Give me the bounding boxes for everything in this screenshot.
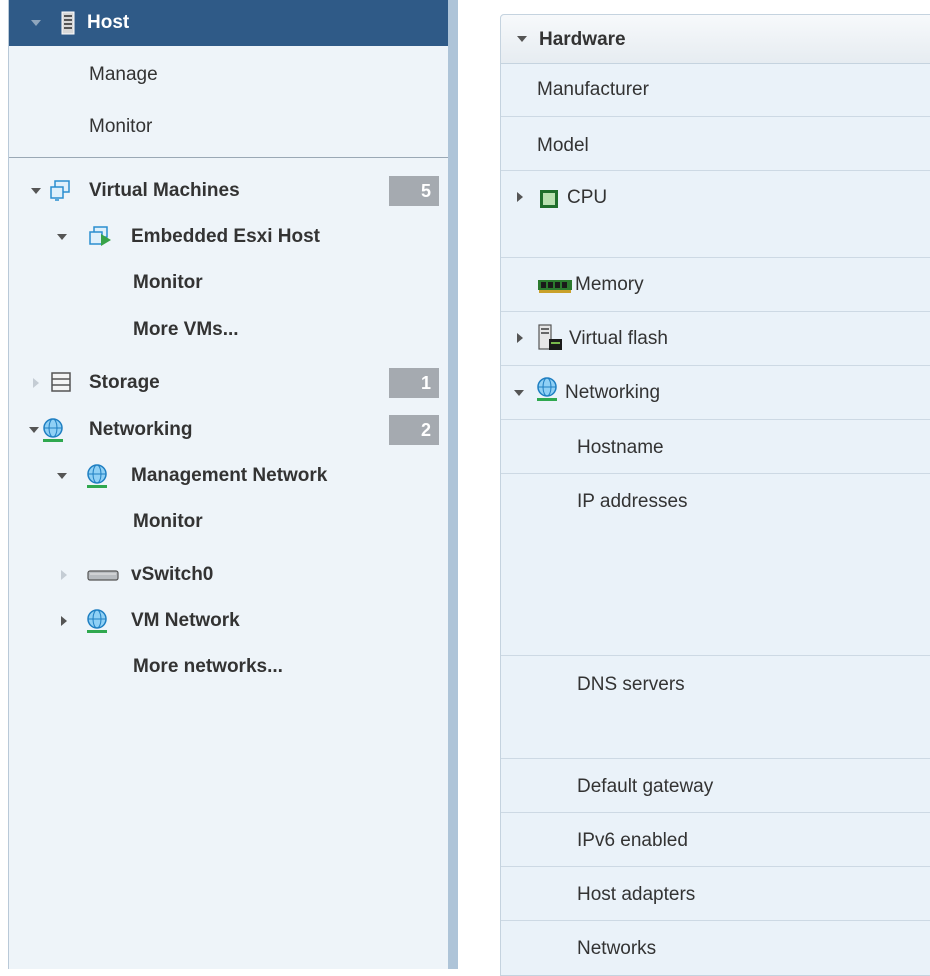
nav-item-more-networks[interactable]: More networks... (9, 644, 449, 690)
nav-more-networks-label: More networks... (133, 656, 283, 677)
nav-item-embedded-esxi-host[interactable]: Embedded Esxi Host (9, 214, 449, 260)
expand-arrow-icon[interactable] (33, 378, 39, 388)
memory-icon (537, 279, 573, 293)
nav-virtual-machines-label: Virtual Machines (89, 180, 240, 201)
nav-item-host-monitor[interactable]: Monitor (9, 104, 449, 150)
vm-icon (89, 226, 113, 248)
hw-row-dns-servers: DNS servers (501, 656, 930, 759)
nav-item-storage[interactable]: Storage 1 (9, 360, 449, 406)
nav-item-vm-monitor[interactable]: Monitor (9, 260, 449, 306)
nav-management-network-label: Management Network (131, 465, 328, 486)
hw-label-dns-servers: DNS servers (577, 674, 685, 695)
nav-network-monitor-label: Monitor (133, 511, 203, 532)
hw-row-host-adapters: Host adapters (501, 867, 930, 921)
hw-label-memory: Memory (575, 274, 644, 295)
virtual-machines-count-badge: 5 (389, 176, 439, 206)
nav-networking-label: Networking (89, 419, 193, 440)
hardware-section-header[interactable]: Hardware (501, 15, 930, 64)
network-globe-icon (85, 463, 109, 489)
nav-vm-network-label: VM Network (131, 610, 240, 631)
pane-splitter[interactable] (448, 0, 458, 969)
collapse-arrow-icon[interactable] (31, 20, 41, 26)
navigator-tree: Host Manage Monitor Virtual Machines 5 E… (8, 0, 449, 969)
hw-label-manufacturer: Manufacturer (537, 79, 649, 100)
nav-monitor-label: Monitor (89, 116, 153, 137)
expand-arrow-icon[interactable] (61, 570, 67, 580)
expand-arrow-icon[interactable] (57, 473, 67, 479)
collapse-arrow-icon[interactable] (517, 36, 527, 42)
nav-item-management-network[interactable]: Management Network (9, 453, 449, 499)
expand-arrow-icon[interactable] (517, 192, 523, 202)
hw-row-manufacturer: Manufacturer (501, 63, 930, 117)
hw-row-ipv6-enabled: IPv6 enabled (501, 813, 930, 867)
expand-arrow-icon[interactable] (57, 234, 67, 240)
hw-row-cpu[interactable]: CPU (501, 171, 930, 258)
hw-row-hostname: Hostname (501, 420, 930, 474)
hw-label-networks: Networks (577, 938, 657, 959)
nav-vm-monitor-label: Monitor (133, 272, 203, 293)
hw-label-model: Model (537, 135, 589, 156)
hw-row-memory: Memory (501, 258, 930, 312)
hw-row-model: Model (501, 117, 930, 171)
cpu-icon (539, 189, 559, 209)
hw-label-ipv6-enabled: IPv6 enabled (577, 830, 688, 851)
nav-manage-label: Manage (89, 64, 158, 85)
server-icon (61, 11, 75, 35)
hw-label-virtual-flash: Virtual flash (569, 328, 668, 349)
nav-item-host[interactable]: Host (9, 0, 449, 46)
hardware-panel: Hardware Manufacturer Model CPU Memory V… (500, 14, 930, 976)
hw-label-cpu: CPU (567, 187, 608, 208)
hw-label-networking: Networking (565, 382, 661, 403)
expand-arrow-icon[interactable] (31, 188, 41, 194)
nav-embedded-esxi-host-label: Embedded Esxi Host (131, 226, 320, 247)
network-globe-icon (535, 376, 559, 402)
nav-storage-label: Storage (89, 372, 160, 393)
nav-separator (9, 157, 449, 158)
virtual-machines-icon (49, 180, 71, 202)
hw-row-networks: Networks (501, 921, 930, 974)
nav-item-network-monitor[interactable]: Monitor (9, 499, 449, 545)
nav-item-vm-network[interactable]: VM Network (9, 598, 449, 644)
nav-item-virtual-machines[interactable]: Virtual Machines 5 (9, 168, 449, 214)
expand-arrow-icon[interactable] (29, 427, 39, 433)
network-globe-icon (41, 417, 65, 443)
hw-row-networking[interactable]: Networking (501, 366, 930, 420)
nav-item-more-vms[interactable]: More VMs... (9, 307, 449, 353)
expand-arrow-icon[interactable] (61, 616, 67, 626)
networking-count-badge: 2 (389, 415, 439, 445)
nav-item-vswitch0[interactable]: vSwitch0 (9, 552, 449, 598)
nav-vswitch0-label: vSwitch0 (131, 564, 214, 585)
virtual-flash-icon (537, 324, 563, 352)
nav-host-label: Host (87, 12, 130, 33)
nav-item-networking[interactable]: Networking 2 (9, 407, 449, 453)
hw-label-default-gateway: Default gateway (577, 776, 714, 797)
hw-label-ip-addresses: IP addresses (577, 491, 688, 512)
hw-row-virtual-flash[interactable]: Virtual flash (501, 312, 930, 366)
hw-row-ip-addresses: IP addresses (501, 474, 930, 656)
nav-more-vms-label: More VMs... (133, 319, 239, 340)
storage-icon (51, 372, 71, 392)
network-globe-icon (85, 608, 109, 634)
hw-row-default-gateway: Default gateway (501, 759, 930, 813)
vswitch-icon (87, 568, 119, 582)
storage-count-badge: 1 (389, 368, 439, 398)
hw-label-host-adapters: Host adapters (577, 884, 696, 905)
hw-label-hostname: Hostname (577, 437, 664, 458)
nav-item-host-manage[interactable]: Manage (9, 52, 449, 98)
collapse-arrow-icon[interactable] (514, 390, 524, 396)
expand-arrow-icon[interactable] (517, 333, 523, 343)
hardware-title: Hardware (539, 29, 626, 50)
